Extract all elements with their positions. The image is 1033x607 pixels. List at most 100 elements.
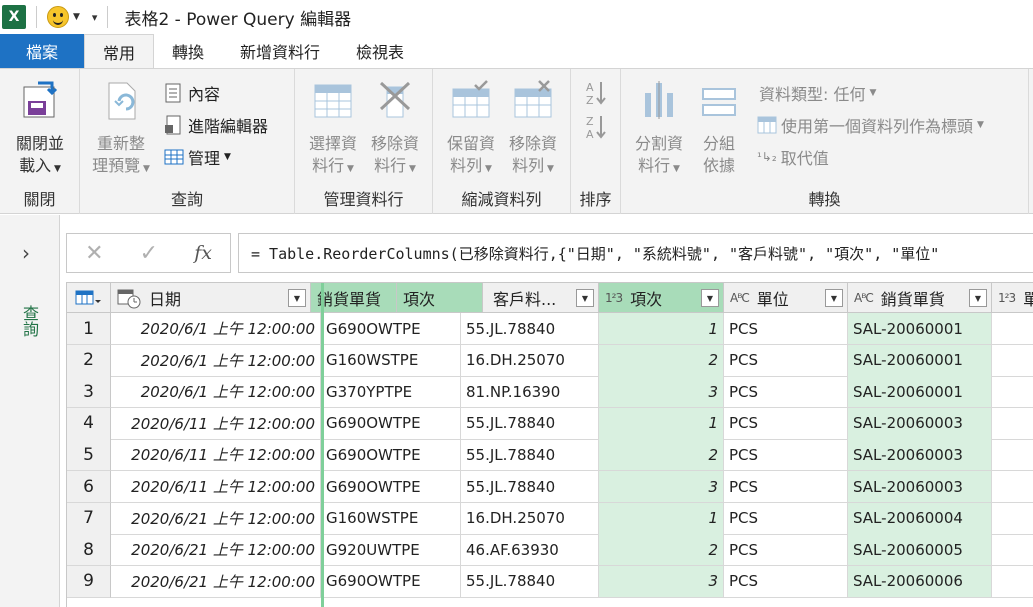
queries-pane-label[interactable]: 查詢 — [20, 305, 41, 337]
choose-columns-button[interactable]: 選擇資 料行 ▼ — [301, 79, 365, 180]
row-number[interactable]: 4 — [67, 407, 111, 440]
tab-add-column[interactable]: 新增資料行 — [222, 34, 338, 68]
column-header-next[interactable]: 1²3 單 — [992, 283, 1033, 313]
cell-unit[interactable]: PCS — [724, 407, 848, 440]
expand-chevron-icon[interactable]: › — [22, 241, 30, 265]
cell-item[interactable]: 1 — [599, 502, 724, 535]
table-menu-button[interactable] — [67, 283, 111, 313]
column-header-item[interactable]: 1²3 項次 ▼ — [599, 283, 724, 313]
cell-item[interactable]: 1 — [599, 407, 724, 440]
column-header-unit[interactable]: AᴮC 單位 ▼ — [724, 283, 848, 313]
cell-customer-part[interactable]: 46.AF.63930 — [461, 534, 599, 567]
row-number[interactable]: 2 — [67, 344, 111, 377]
cell-item[interactable]: 2 — [599, 344, 724, 377]
cell-customer-part[interactable]: 16.DH.25070 — [461, 502, 599, 535]
cell-unit[interactable]: PCS — [724, 439, 848, 472]
cell-sales-order[interactable]: SAL-20060004 — [848, 502, 992, 535]
row-number[interactable]: 5 — [67, 439, 111, 472]
cell-sales-order[interactable]: SAL-20060006 — [848, 565, 992, 598]
cell-date[interactable]: 2020/6/11 上午 12:00:00 — [111, 471, 321, 503]
cell-unit[interactable]: PCS — [724, 376, 848, 409]
sort-descending-button[interactable]: ZA — [585, 115, 607, 140]
cell-customer-part[interactable]: 55.JL.78840 — [461, 313, 599, 345]
row-number[interactable]: 9 — [67, 565, 111, 598]
cell-next[interactable] — [992, 471, 1033, 503]
cell-date[interactable]: 2020/6/1 上午 12:00:00 — [111, 313, 321, 345]
group-by-button[interactable]: 分組 依據 — [691, 79, 747, 177]
row-number[interactable]: 6 — [67, 471, 111, 503]
cell-customer-part[interactable]: 55.JL.78840 — [461, 471, 599, 503]
column-header-date[interactable]: 日期 ▼ — [111, 283, 311, 313]
cell-system-part[interactable]: G160WSTPE — [321, 502, 461, 535]
confirm-icon[interactable]: ✓ — [140, 241, 158, 266]
row-number[interactable]: 3 — [67, 376, 111, 409]
keep-rows-button[interactable]: 保留資 料列 ▼ — [439, 79, 503, 180]
row-number[interactable]: 7 — [67, 502, 111, 535]
cell-item[interactable]: 3 — [599, 376, 724, 409]
cell-sales-order[interactable]: SAL-20060003 — [848, 471, 992, 503]
remove-rows-button[interactable]: 移除資 料列 ▼ — [501, 79, 565, 180]
cell-sales-order[interactable]: SAL-20060005 — [848, 534, 992, 567]
cell-system-part[interactable]: G690OWTPE — [321, 471, 461, 503]
cell-date[interactable]: 2020/6/21 上午 12:00:00 — [111, 534, 321, 567]
cell-item[interactable]: 3 — [599, 565, 724, 598]
column-header-customer-part[interactable]: 客戶料... ▼ — [483, 283, 599, 313]
row-number[interactable]: 8 — [67, 534, 111, 567]
cell-unit[interactable]: PCS — [724, 471, 848, 503]
cell-date[interactable]: 2020/6/1 上午 12:00:00 — [111, 344, 321, 377]
cell-system-part[interactable]: G160WSTPE — [321, 344, 461, 377]
cell-system-part[interactable]: G690OWTPE — [321, 313, 461, 345]
formula-input[interactable]: = Table.ReorderColumns(已移除資料行,{"日期", "系統… — [238, 233, 1033, 273]
column-filter-dropdown-icon[interactable]: ▼ — [969, 289, 987, 307]
column-header-sales-order[interactable]: AᴮC 銷貨單貨 ▼ — [848, 283, 992, 313]
cell-customer-part[interactable]: 55.JL.78840 — [461, 407, 599, 440]
remove-columns-button[interactable]: 移除資 料行 ▼ — [363, 79, 427, 180]
cell-next[interactable] — [992, 534, 1033, 567]
column-filter-dropdown-icon[interactable]: ▼ — [701, 289, 719, 307]
cell-next[interactable] — [992, 439, 1033, 472]
cell-item[interactable]: 1 — [599, 313, 724, 345]
cell-date[interactable]: 2020/6/21 上午 12:00:00 — [111, 565, 321, 598]
cell-customer-part[interactable]: 16.DH.25070 — [461, 344, 599, 377]
cancel-icon[interactable]: ✕ — [85, 241, 103, 266]
cell-customer-part[interactable]: 81.NP.16390 — [461, 376, 599, 409]
column-filter-dropdown-icon[interactable]: ▼ — [288, 289, 306, 307]
sort-ascending-button[interactable]: AZ — [585, 81, 607, 106]
cell-item[interactable]: 2 — [599, 439, 724, 472]
split-column-button[interactable]: 分割資 料行 ▼ — [627, 79, 691, 180]
cell-unit[interactable]: PCS — [724, 565, 848, 598]
cell-date[interactable]: 2020/6/21 上午 12:00:00 — [111, 502, 321, 535]
row-number[interactable]: 1 — [67, 313, 111, 345]
use-first-row-as-headers-button[interactable]: 使用第一個資料列作為標頭 ▼ — [757, 113, 984, 137]
cell-unit[interactable]: PCS — [724, 534, 848, 567]
cell-date[interactable]: 2020/6/11 上午 12:00:00 — [111, 439, 321, 472]
data-type-dropdown[interactable]: 資料類型: 任何 ▼ — [759, 81, 876, 105]
close-and-load-button[interactable]: 關閉並 載入 ▼ — [8, 79, 72, 180]
smiley-feedback-icon[interactable] — [47, 6, 69, 28]
cell-next[interactable] — [992, 376, 1033, 409]
cell-next[interactable] — [992, 345, 1033, 377]
properties-button[interactable]: 內容 — [164, 81, 220, 105]
cell-date[interactable]: 2020/6/11 上午 12:00:00 — [111, 407, 321, 440]
cell-next[interactable] — [992, 503, 1033, 535]
tab-home[interactable]: 常用 — [84, 34, 155, 68]
cell-sales-order[interactable]: SAL-20060001 — [848, 344, 992, 377]
cell-date[interactable]: 2020/6/1 上午 12:00:00 — [111, 376, 321, 409]
feedback-dropdown-icon[interactable]: ▼ — [73, 12, 80, 22]
cell-next[interactable] — [992, 408, 1033, 440]
cell-customer-part[interactable]: 55.JL.78840 — [461, 565, 599, 598]
cell-item[interactable]: 3 — [599, 471, 724, 503]
cell-sales-order[interactable]: SAL-20060001 — [848, 376, 992, 409]
refresh-preview-button[interactable]: 重新整 理預覽 ▼ — [88, 79, 154, 180]
cell-sales-order[interactable]: SAL-20060003 — [848, 407, 992, 440]
cell-system-part[interactable]: G690OWTPE — [321, 439, 461, 472]
cell-next[interactable] — [992, 313, 1033, 345]
tab-transform[interactable]: 轉換 — [154, 34, 222, 68]
cell-unit[interactable]: PCS — [724, 313, 848, 345]
tab-view[interactable]: 檢視表 — [338, 34, 422, 68]
cell-system-part[interactable]: G920UWTPE — [321, 534, 461, 567]
cell-unit[interactable]: PCS — [724, 344, 848, 377]
column-filter-dropdown-icon[interactable]: ▼ — [576, 289, 594, 307]
function-icon[interactable]: fx — [194, 242, 212, 264]
cell-system-part[interactable]: G690OWTPE — [321, 565, 461, 598]
